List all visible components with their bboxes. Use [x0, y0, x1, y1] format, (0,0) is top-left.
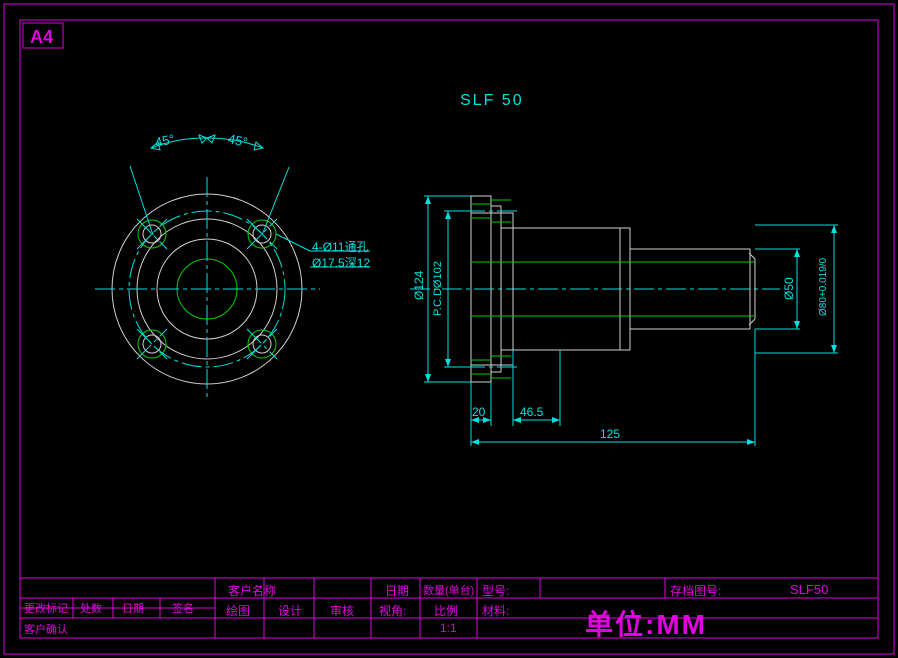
- tb-qty-label: 数量(单台): [423, 582, 474, 598]
- dim-80tol: Ø80+0.019/0: [818, 258, 829, 316]
- tb-stored-label: 存档图号:: [670, 582, 721, 599]
- tb-drawn-label: 绘图: [226, 602, 250, 619]
- tb-proc-label: 处数: [80, 600, 102, 616]
- tb-rev-label: 更改标记: [24, 600, 68, 616]
- tb-material-label: 材料:: [482, 602, 509, 619]
- dim-50: Ø50: [782, 277, 796, 300]
- sheet-format-label: A4: [30, 27, 53, 48]
- tb-scale-label: 比例: [434, 602, 458, 619]
- hole-note-2: Ø17.5深12: [312, 254, 370, 271]
- dim-20: 20: [472, 405, 485, 419]
- dim-pcd: P.C.DØ102: [432, 261, 444, 316]
- tb-unit-label: 单位:MM: [585, 603, 707, 643]
- hole-note-1: 4-Ø11通孔: [312, 238, 368, 255]
- tb-check-label: 审核: [330, 602, 354, 619]
- tb-date-label: 日期: [385, 582, 409, 599]
- tb-proj-label: 视角:: [379, 602, 406, 619]
- tb-partno: SLF50: [790, 582, 828, 597]
- tb-model-label: 型号:: [482, 582, 509, 599]
- tb-scale-value: 1:1: [440, 621, 457, 635]
- tb-sign-label: 签名: [172, 600, 194, 616]
- dim-outer-dia: Ø124: [412, 271, 426, 300]
- drawing-title: SLF 50: [460, 92, 524, 110]
- dim-46-5: 46.5: [520, 405, 543, 419]
- tb-date2-label: 日期: [122, 600, 144, 616]
- tb-design-label: 设计: [278, 602, 302, 619]
- tb-confirm-label: 客户确认: [24, 621, 68, 637]
- dim-125: 125: [600, 427, 620, 441]
- tb-customer-label: 客户名称: [228, 582, 276, 599]
